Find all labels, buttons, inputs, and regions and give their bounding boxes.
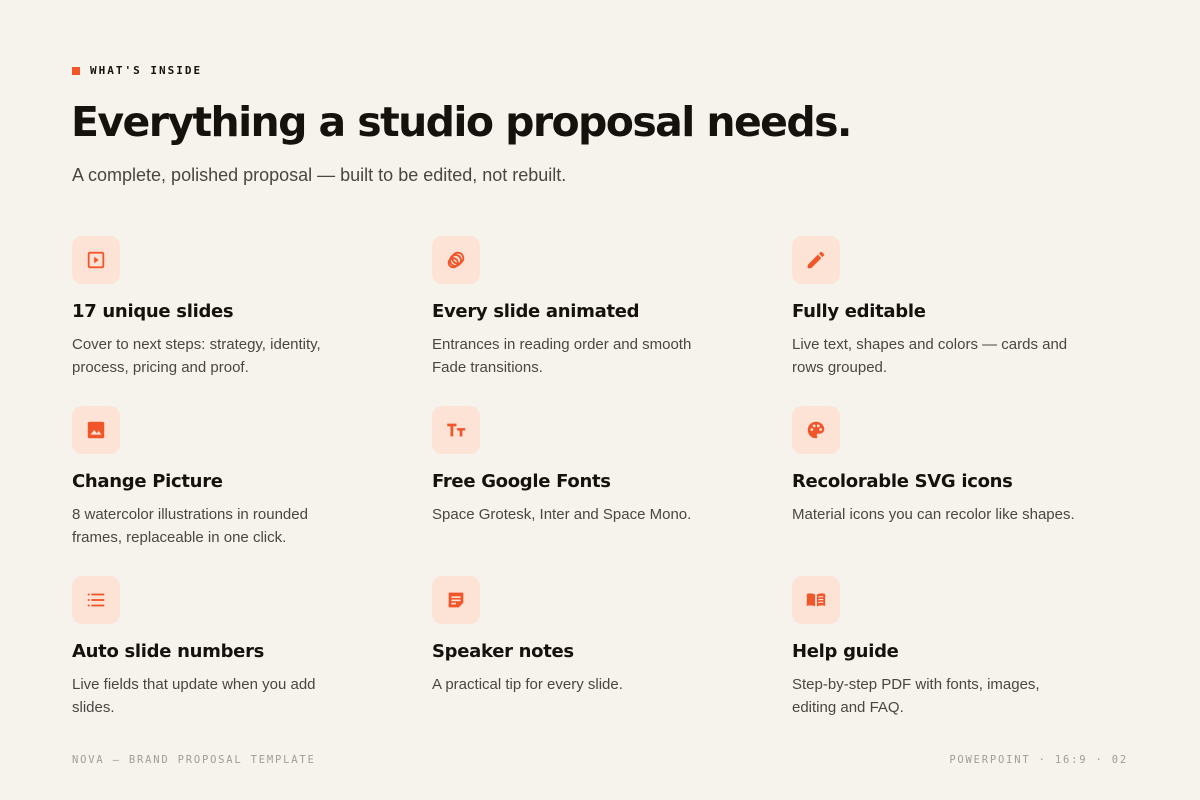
feature-card: Fully editable Live text, shapes and col… <box>792 236 1152 406</box>
feature-title: Fully editable <box>792 301 926 322</box>
page-title: Everything a studio proposal needs. <box>71 98 853 146</box>
feature-description: Live fields that update when you add sli… <box>72 676 316 716</box>
feature-card: Every slide animated Entrances in readin… <box>432 236 792 406</box>
book-icon <box>792 576 840 624</box>
feature-description: 8 watercolor illustrations in rounded fr… <box>72 506 308 546</box>
eyebrow-label: WHAT'S INSIDE <box>90 64 203 77</box>
footer-page-info: POWERPOINT · 16:9 · 02 <box>949 754 1128 766</box>
feature-card: Auto slide numbers Live fields that upda… <box>72 576 432 746</box>
feature-card: Free Google Fonts Space Grotesk, Inter a… <box>432 406 792 576</box>
feature-title: Auto slide numbers <box>72 641 265 662</box>
feature-title: Help guide <box>792 641 899 662</box>
numbered-list-icon <box>72 576 120 624</box>
eyebrow-marker <box>72 66 80 75</box>
feature-description: Step-by-step PDF with fonts, images, edi… <box>792 676 1040 716</box>
palette-icon <box>792 406 840 454</box>
feature-description: Live text, shapes and colors — cards and… <box>792 336 1068 376</box>
slideshow-icon <box>72 236 120 284</box>
feature-title: Speaker notes <box>432 641 574 662</box>
feature-card: 17 unique slides Cover to next steps: st… <box>72 236 432 406</box>
sticky-note-icon <box>432 576 480 624</box>
edit-pencil-icon <box>792 236 840 284</box>
animation-icon <box>432 236 480 284</box>
feature-title: Every slide animated <box>432 301 640 322</box>
feature-card: Help guide Step-by-step PDF with fonts, … <box>792 576 1152 746</box>
feature-title: Change Picture <box>72 471 223 492</box>
feature-card: Change Picture 8 watercolor illustration… <box>72 406 432 576</box>
text-fields-icon <box>432 406 480 454</box>
feature-description: Cover to next steps: strategy, identity,… <box>72 336 321 376</box>
page-subtitle: A complete, polished proposal — built to… <box>72 165 567 185</box>
feature-description: A practical tip for every slide. <box>432 676 623 693</box>
feature-description: Space Grotesk, Inter and Space Mono. <box>432 506 692 523</box>
feature-description: Entrances in reading order and smooth Fa… <box>432 336 692 376</box>
feature-grid: 17 unique slides Cover to next steps: st… <box>72 236 1152 746</box>
feature-card: Recolorable SVG icons Material icons you… <box>792 406 1152 576</box>
footer-brand: NOVA — BRAND PROPOSAL TEMPLATE <box>72 754 316 766</box>
feature-description: Material icons you can recolor like shap… <box>792 506 1075 523</box>
feature-title: Recolorable SVG icons <box>792 471 1013 492</box>
feature-title: 17 unique slides <box>72 301 234 322</box>
feature-title: Free Google Fonts <box>432 471 611 492</box>
eyebrow: WHAT'S INSIDE <box>72 64 202 77</box>
image-icon <box>72 406 120 454</box>
feature-card: Speaker notes A practical tip for every … <box>432 576 792 746</box>
